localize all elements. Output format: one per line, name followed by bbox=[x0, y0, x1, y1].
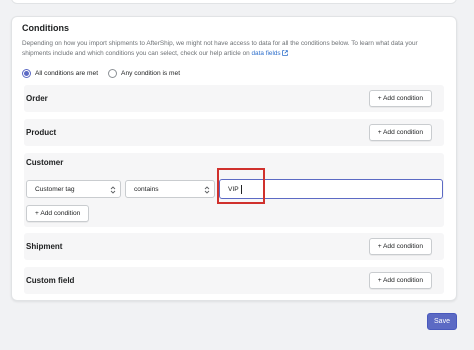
radio-all-conditions[interactable] bbox=[22, 68, 31, 78]
customer-field-select[interactable]: Customer tag bbox=[26, 180, 121, 198]
section-customer-title: Customer bbox=[26, 158, 64, 167]
description-text: Depending on how you import shipments to… bbox=[22, 40, 418, 57]
section-shipment-title: Shipment bbox=[26, 242, 63, 251]
section-order: Order + Add condition bbox=[24, 85, 444, 112]
order-add-condition-button[interactable]: + Add condition bbox=[368, 90, 432, 107]
radio-any-condition[interactable] bbox=[108, 68, 118, 78]
section-customer: Customer Customer tag contains VIP + Add… bbox=[24, 153, 444, 227]
select-caret-icon bbox=[110, 186, 116, 194]
customer-operator-select[interactable]: contains bbox=[125, 180, 215, 198]
radio-all-conditions-label[interactable]: All conditions are met bbox=[35, 70, 98, 77]
customer-add-condition-button[interactable]: + Add condition bbox=[26, 205, 90, 222]
conditions-card: Conditions Depending on how you import s… bbox=[11, 16, 457, 301]
select-caret-icon bbox=[204, 186, 210, 194]
radio-any-condition-label[interactable]: Any condition is met bbox=[121, 70, 180, 77]
section-order-title: Order bbox=[26, 94, 48, 103]
shipment-add-condition-button[interactable]: + Add condition bbox=[368, 238, 432, 255]
data-fields-link[interactable]: data fields bbox=[251, 50, 289, 57]
section-custom-field: Custom field + Add condition bbox=[24, 267, 444, 294]
section-shipment: Shipment + Add condition bbox=[24, 233, 444, 260]
conditions-title: Conditions bbox=[22, 23, 69, 33]
customer-operator-select-value: contains bbox=[134, 185, 159, 193]
external-link-icon bbox=[282, 50, 289, 56]
text-cursor bbox=[240, 184, 242, 194]
customer-value-input[interactable]: VIP bbox=[219, 179, 443, 199]
conditions-description: Depending on how you import shipments to… bbox=[22, 39, 447, 59]
section-product: Product + Add condition bbox=[24, 119, 444, 146]
product-add-condition-button[interactable]: + Add condition bbox=[368, 124, 432, 141]
match-mode-group: All conditions are met Any condition is … bbox=[22, 67, 190, 79]
customer-value-text: VIP bbox=[228, 185, 239, 193]
customer-field-select-value: Customer tag bbox=[35, 185, 75, 193]
save-button[interactable]: Save bbox=[427, 313, 457, 330]
section-product-title: Product bbox=[26, 128, 57, 137]
section-custom-field-title: Custom field bbox=[26, 276, 75, 285]
custom-field-add-condition-button[interactable]: + Add condition bbox=[368, 272, 432, 289]
previous-card bbox=[11, 0, 457, 4]
